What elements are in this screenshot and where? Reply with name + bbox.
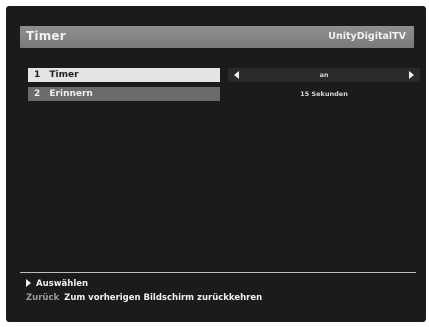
select-hint: Auswählen <box>26 278 88 290</box>
brand-logo: UnityDigitalTV <box>328 31 406 42</box>
chevron-right-icon[interactable] <box>409 71 414 79</box>
menu-item-number: 1 <box>34 70 41 80</box>
menu-item-erinnern[interactable]: 2 Erinnern <box>28 87 220 101</box>
play-icon <box>26 279 31 287</box>
menu-item-timer[interactable]: 1 Timer <box>28 68 220 82</box>
value-text: an <box>319 71 329 79</box>
value-selector-timer[interactable]: an <box>228 68 420 82</box>
footer-divider <box>20 272 416 273</box>
chevron-left-icon[interactable] <box>234 71 239 79</box>
back-description: Zum vorherigen Bildschirm zurückkehren <box>64 293 263 303</box>
menu-item-label: Timer <box>49 70 79 80</box>
tv-screen: Timer UnityDigitalTV 1 Timer an 2 Erinne… <box>6 6 426 322</box>
back-key-label: Zurück <box>26 293 60 303</box>
page-title: Timer <box>26 29 66 43</box>
menu-item-label: Erinnern <box>49 89 93 99</box>
title-bar: Timer UnityDigitalTV <box>20 26 414 48</box>
select-label: Auswählen <box>36 279 89 289</box>
value-erinnern[interactable]: 15 Sekunden <box>228 87 420 101</box>
value-text: 15 Sekunden <box>300 90 348 98</box>
menu-item-number: 2 <box>34 89 41 99</box>
back-hint: Zurück Zum vorherigen Bildschirm zurückke… <box>26 292 262 304</box>
